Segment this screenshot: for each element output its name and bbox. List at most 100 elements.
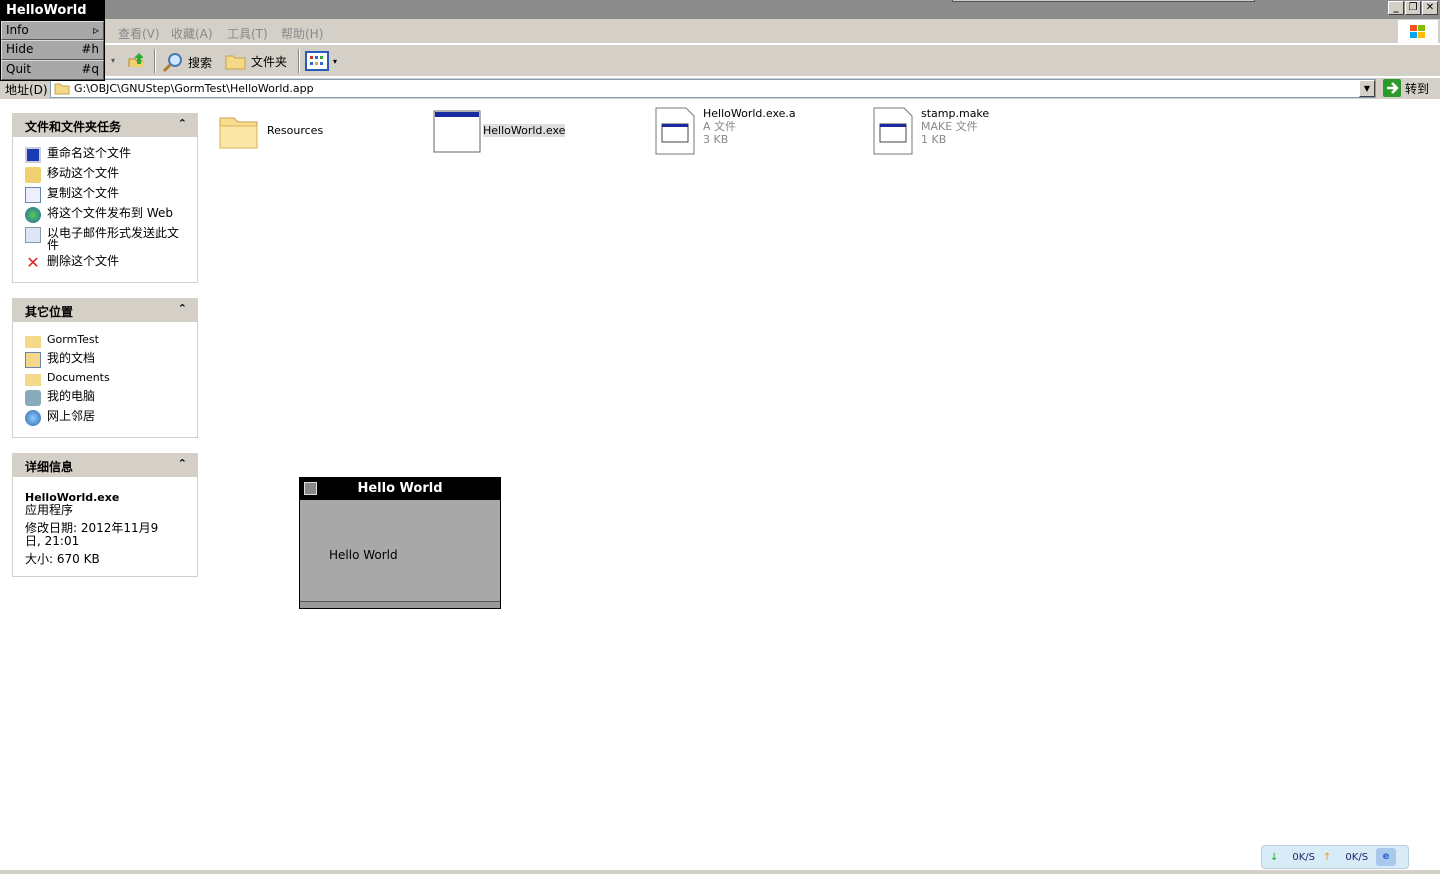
window-title: Hello World [357, 481, 443, 496]
task-email[interactable]: 以电子邮件形式发送此文件 [13, 227, 197, 251]
file-item-stamp-make[interactable]: stamp.make MAKE 文件 1 KB [873, 107, 989, 155]
go-arrow-icon [1383, 79, 1401, 97]
place-documents[interactable]: Documents [13, 372, 197, 386]
hello-window-titlebar[interactable]: Hello World [300, 478, 500, 500]
views-button[interactable]: ▾ [305, 51, 337, 71]
app-menu-title: HelloWorld [6, 3, 87, 18]
details-panel: 详细信息 ⌃ HelloWorld.exe 应用程序 修改日期: 2012年11月… [12, 453, 198, 577]
panel-title: 文件和文件夹任务 [25, 120, 122, 134]
window-edge [952, 0, 1255, 2]
views-dropdown-icon: ▾ [333, 56, 338, 66]
file-size: 1 KB [921, 133, 947, 146]
folder-icon [25, 374, 41, 386]
file-tasks-header[interactable]: 文件和文件夹任务 ⌃ [13, 114, 197, 137]
detail-size: 大小: 670 KB [25, 552, 100, 566]
file-size: 3 KB [703, 133, 729, 146]
globe-icon [25, 207, 41, 223]
file-name: stamp.make [921, 107, 990, 120]
place-network[interactable]: 网上邻居 [13, 410, 197, 426]
download-speed: 0K/S [1292, 851, 1316, 863]
task-label: 删除这个文件 [47, 254, 120, 268]
minimize-button[interactable]: _ [1388, 1, 1404, 15]
task-move[interactable]: 移动这个文件 [13, 167, 197, 183]
search-label: 搜索 [188, 55, 213, 70]
move-icon [25, 167, 41, 183]
details-header[interactable]: 详细信息 ⌃ [13, 454, 197, 477]
task-rename[interactable]: 重命名这个文件 [13, 147, 197, 163]
views-icon [305, 51, 329, 71]
ie-icon[interactable]: e [1376, 848, 1397, 866]
folder-icon [25, 336, 41, 348]
place-my-documents[interactable]: 我的文档 [13, 352, 197, 368]
place-label: 我的文档 [47, 351, 96, 365]
search-button[interactable]: 搜索 [162, 51, 212, 73]
file-type: MAKE 文件 [921, 120, 978, 133]
file-name: HelloWorld.exe.a [703, 107, 796, 120]
app-menu: HelloWorld Info ▹ Hide #h Quit #q [0, 0, 105, 81]
hello-label: Hello World [329, 548, 398, 562]
hide-label: Hide [6, 42, 34, 56]
file-item-helloworld-exe-a[interactable]: HelloWorld.exe.a A 文件 3 KB [655, 107, 796, 155]
folders-button[interactable]: 文件夹 [225, 51, 287, 71]
menu-item-hide[interactable]: Hide #h [1, 40, 104, 60]
hide-shortcut: #h [81, 42, 99, 56]
file-type: A 文件 [703, 120, 737, 133]
restore-button[interactable]: ❐ [1405, 1, 1421, 15]
quit-shortcut: #q [81, 62, 99, 76]
document-icon [873, 107, 913, 155]
other-places-panel: 其它位置 ⌃ GormTest 我的文档 Documents 我的电脑 网上邻居 [12, 298, 198, 438]
menu-help[interactable]: 帮助(H) [281, 25, 323, 42]
upload-speed: 0K/S [1345, 851, 1369, 863]
network-speed-widget: ↓ 0K/S ↑ 0K/S e [1261, 845, 1409, 869]
file-item-resources[interactable]: Resources [219, 112, 323, 150]
place-gormtest[interactable]: GormTest [13, 334, 197, 348]
collapse-icon[interactable]: ⌃ [178, 302, 187, 315]
address-dropdown-button[interactable]: ▼ [1359, 80, 1375, 97]
go-label: 转到 [1405, 81, 1430, 96]
menu-item-quit[interactable]: Quit #q [1, 60, 104, 80]
resize-bar[interactable] [300, 601, 500, 608]
submenu-arrow-icon: ▹ [92, 23, 99, 37]
go-button[interactable]: 转到 [1383, 79, 1429, 97]
file-name: Resources [267, 124, 324, 137]
address-label: 地址(D) [5, 83, 48, 97]
menu-view[interactable]: 查看(V) [118, 25, 160, 42]
place-label: GormTest [47, 333, 99, 346]
up-folder-button[interactable] [127, 51, 143, 67]
close-button[interactable]: ✕ [1422, 1, 1438, 15]
network-icon [25, 410, 41, 426]
task-delete[interactable]: ✕ 删除这个文件 [13, 255, 197, 271]
address-input[interactable]: G:\OBJC\GNUStep\GormTest\HelloWorld.app … [50, 79, 1376, 98]
delete-icon: ✕ [26, 253, 40, 272]
file-tasks-panel: 文件和文件夹任务 ⌃ 重命名这个文件 移动这个文件 复制这个文件 将这个文件发布到… [12, 113, 198, 283]
copy-icon [25, 187, 41, 203]
place-label: 网上邻居 [47, 409, 96, 423]
folders-label: 文件夹 [251, 54, 288, 69]
place-label: Documents [47, 371, 110, 384]
collapse-icon[interactable]: ⌃ [178, 117, 187, 130]
menu-item-info[interactable]: Info ▹ [1, 21, 104, 40]
email-icon [25, 227, 41, 243]
file-name: HelloWorld.exe [483, 124, 566, 137]
task-copy[interactable]: 复制这个文件 [13, 187, 197, 203]
menu-bar: 查看(V) 收藏(A) 工具(T) 帮助(H) [0, 19, 1440, 44]
folder-icon [225, 55, 246, 70]
search-icon [162, 53, 182, 73]
address-value: G:\OBJC\GNUStep\GormTest\HelloWorld.app [74, 82, 314, 95]
forward-dropdown-icon[interactable]: ▾ [111, 56, 115, 65]
collapse-icon[interactable]: ⌃ [178, 457, 187, 470]
menu-tools[interactable]: 工具(T) [227, 25, 268, 42]
detail-modified: 修改日期: 2012年11月9日, 21:01 [25, 521, 159, 548]
task-publish[interactable]: 将这个文件发布到 Web [13, 207, 197, 223]
document-icon [655, 107, 695, 155]
place-my-computer[interactable]: 我的电脑 [13, 390, 197, 406]
menu-favorites[interactable]: 收藏(A) [171, 25, 213, 42]
other-places-header[interactable]: 其它位置 ⌃ [13, 299, 197, 322]
application-icon [433, 110, 481, 153]
miniaturize-button[interactable] [304, 482, 317, 495]
panel-title: 详细信息 [25, 460, 74, 474]
task-label: 复制这个文件 [47, 186, 120, 200]
toolbar: ▾ 搜索 文件夹 ▾ [0, 45, 1440, 77]
file-item-helloworld-exe[interactable]: HelloWorld.exe [433, 110, 566, 153]
folder-icon [54, 83, 70, 95]
